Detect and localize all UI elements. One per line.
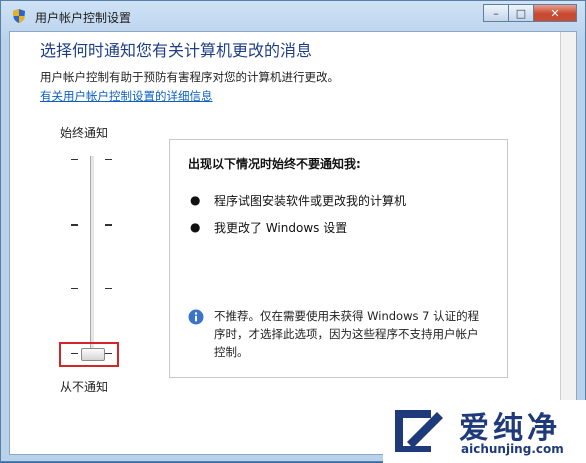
bullet-icon: ● xyxy=(190,220,201,234)
info-panel: 出现以下情况时始终不要通知我: ● 程序试图安装软件或更改我的计算机 ● 我更改… xyxy=(169,139,508,378)
brand-name: 爱纯净 xyxy=(459,411,561,446)
page-heading: 选择何时通知您有关计算机更改的消息 xyxy=(40,41,313,60)
shield-icon xyxy=(13,9,25,23)
slider-tick-right xyxy=(105,224,112,226)
brand-url: aichunjing.com xyxy=(461,442,564,456)
uac-settings-window: 用户帐户控制设置 – □ ✕ 选择何时通知您有关计算机更改的消息 用户帐户控制有… xyxy=(0,0,586,463)
details-link[interactable]: 有关用户帐户控制设置的详细信息 xyxy=(40,88,213,104)
slider-label-bottom: 从不通知 xyxy=(60,380,109,394)
maximize-button[interactable]: □ xyxy=(508,4,534,22)
info-panel-title: 出现以下情况时始终不要通知我: xyxy=(188,157,361,171)
info-icon xyxy=(188,309,204,325)
scrollbar[interactable] xyxy=(560,32,576,455)
bullet-icon: ● xyxy=(190,193,201,207)
info-bullet: 程序试图安装软件或更改我的计算机 xyxy=(214,194,407,208)
slider-track[interactable] xyxy=(90,156,95,359)
info-bullet: 我更改了 Windows 设置 xyxy=(214,221,348,235)
slider-tick-right xyxy=(105,159,112,160)
info-note: 不推荐。仅在需要使用未获得 Windows 7 认证的程序时，才选择此选项，因为… xyxy=(214,309,480,359)
watermark: 爱纯净 aichunjing.com xyxy=(383,400,586,463)
slider-tick-left xyxy=(71,288,78,289)
slider-tick-left xyxy=(71,159,78,160)
content-area: 选择何时通知您有关计算机更改的消息 用户帐户控制有助于预防有害程序对您的计算机进… xyxy=(9,31,577,455)
page-description: 用户帐户控制有助于预防有害程序对您的计算机进行更改。 xyxy=(40,70,339,84)
slider-tick-right xyxy=(105,288,112,289)
slider-tick-left xyxy=(71,224,78,226)
minimize-button[interactable]: – xyxy=(483,4,509,22)
slider-label-top: 始终通知 xyxy=(60,126,109,140)
title-bar[interactable]: 用户帐户控制设置 – □ ✕ xyxy=(1,1,585,31)
window-controls: – □ ✕ xyxy=(483,4,577,22)
close-button[interactable]: ✕ xyxy=(533,4,577,22)
window-title: 用户帐户控制设置 xyxy=(35,11,132,25)
annotation-highlight-box xyxy=(59,342,119,367)
brand-logo-icon xyxy=(395,410,443,452)
